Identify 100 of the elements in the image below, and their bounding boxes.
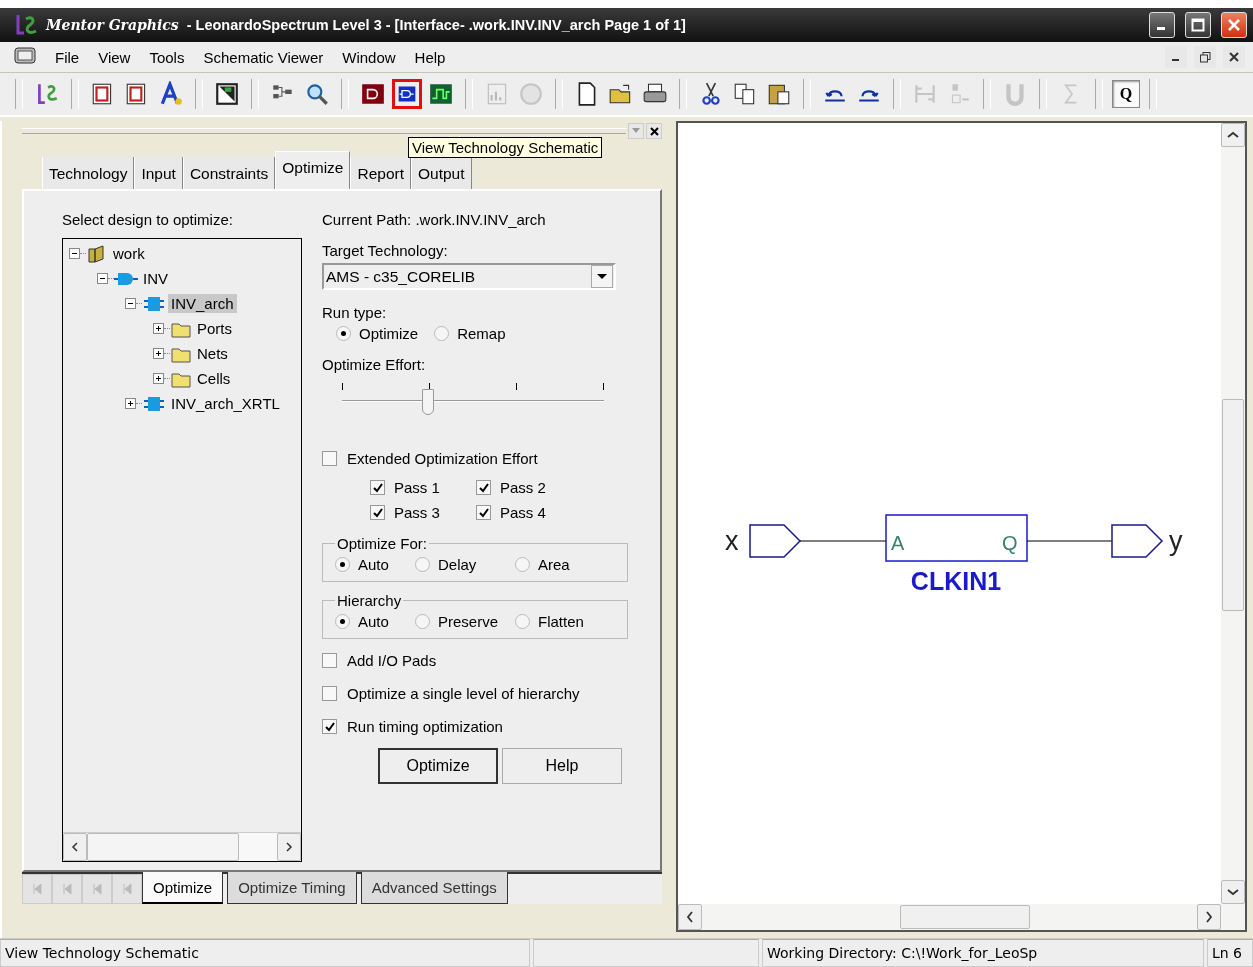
radio-button[interactable] xyxy=(336,326,351,341)
chevron-left-icon[interactable] xyxy=(71,842,79,852)
radio-label[interactable]: Auto xyxy=(358,556,389,573)
collapse-icon[interactable] xyxy=(69,248,80,259)
checkbox[interactable] xyxy=(476,505,491,520)
tree-item[interactable]: INV_arch xyxy=(168,294,237,313)
checkbox-label[interactable]: Pass 1 xyxy=(394,479,440,496)
radio-label[interactable]: Delay xyxy=(438,556,477,573)
expand-icon[interactable] xyxy=(125,398,136,409)
tooltip: View Technology Schematic xyxy=(408,137,603,158)
checkbox-label[interactable]: Add I/O Pads xyxy=(347,652,437,669)
checkbox-label[interactable]: Run timing optimization xyxy=(347,718,503,735)
scroll-down-button[interactable] xyxy=(1221,880,1245,904)
radio-button[interactable] xyxy=(335,557,350,572)
tree-item[interactable]: Cells xyxy=(194,369,234,388)
radio-label[interactable]: Flatten xyxy=(538,613,584,630)
expand-icon[interactable] xyxy=(153,323,164,334)
toolbar-separator xyxy=(15,79,23,109)
radio-button[interactable] xyxy=(515,614,530,629)
checkbox-label[interactable]: Pass 4 xyxy=(500,504,546,521)
close-icon[interactable] xyxy=(1229,52,1239,62)
checkbox[interactable] xyxy=(322,653,337,668)
menu-item[interactable]: File xyxy=(55,48,80,66)
maximize-icon[interactable] xyxy=(1191,18,1205,32)
chevron-up-icon[interactable] xyxy=(1227,131,1239,139)
collapse-icon[interactable] xyxy=(97,273,108,284)
tab[interactable]: Input xyxy=(134,157,183,189)
menu-item[interactable]: View xyxy=(98,48,131,66)
restore-icon[interactable] xyxy=(1199,51,1211,63)
checkbox[interactable] xyxy=(370,505,385,520)
menu-item[interactable]: Schematic Viewer xyxy=(203,48,324,66)
radio-label[interactable]: Preserve xyxy=(438,613,499,630)
tab[interactable]: Optimize Timing xyxy=(227,872,357,904)
tab[interactable]: Report xyxy=(350,157,411,189)
toolbar-separator xyxy=(803,79,811,109)
chevron-right-icon[interactable] xyxy=(285,842,293,852)
checkbox-label[interactable]: Optimize a single level of hierarchy xyxy=(347,685,580,702)
chevron-left-icon[interactable] xyxy=(686,911,694,923)
checkbox-label[interactable]: Pass 2 xyxy=(500,479,546,496)
maximize-button[interactable] xyxy=(1185,12,1211,38)
radio-button[interactable] xyxy=(415,614,430,629)
tab[interactable]: Optimize xyxy=(275,151,351,189)
expand-icon[interactable] xyxy=(153,373,164,384)
radio-label[interactable]: Optimize xyxy=(359,325,419,342)
help-button[interactable]: Help xyxy=(502,748,622,784)
slider-thumb[interactable] xyxy=(422,389,435,415)
technology-dropdown[interactable]: AMS - c35_CORELIB xyxy=(322,263,616,290)
tab[interactable]: Advanced Settings xyxy=(360,872,508,904)
scrollbar-thumb[interactable] xyxy=(1222,399,1244,611)
tab[interactable]: Optimize xyxy=(142,872,224,904)
working-directory: Working Directory: C:\!Work_for_LeoSp xyxy=(762,939,1204,967)
tab[interactable]: Output xyxy=(411,157,472,189)
scrollbar-thumb[interactable] xyxy=(900,905,1030,929)
scroll-left-button[interactable] xyxy=(678,904,702,930)
chevron-right-icon[interactable] xyxy=(1205,911,1213,923)
checkbox[interactable] xyxy=(476,480,491,495)
gate-icon[interactable] xyxy=(392,79,422,109)
expand-icon[interactable] xyxy=(153,348,164,359)
radio-button[interactable] xyxy=(415,557,430,572)
checkbox[interactable] xyxy=(322,450,337,466)
tab[interactable]: Constraints xyxy=(182,157,276,189)
radio-label[interactable]: Area xyxy=(538,556,570,573)
scrollbar-thumb[interactable] xyxy=(87,833,239,861)
radio-label[interactable]: Remap xyxy=(457,325,506,342)
group-label: Hierarchy xyxy=(336,592,403,609)
menu-item[interactable]: Tools xyxy=(149,48,185,66)
checkbox-label[interactable]: Extended Optimization Effort xyxy=(347,449,538,467)
toolbar-separator xyxy=(195,79,203,109)
field-label: Target Technology: xyxy=(322,242,449,259)
checkbox[interactable] xyxy=(322,686,337,701)
menu-item[interactable]: Help xyxy=(414,48,446,66)
radio-label[interactable]: Auto xyxy=(358,613,389,630)
tab[interactable]: Technology xyxy=(42,157,135,189)
restore-button[interactable] xyxy=(1194,46,1216,68)
tree-item[interactable]: Ports xyxy=(194,319,235,338)
scroll-right-button[interactable] xyxy=(1197,904,1221,930)
tree-item[interactable]: INV xyxy=(140,269,171,288)
q-button[interactable]: Q xyxy=(1112,80,1140,108)
checkbox[interactable] xyxy=(322,719,337,734)
line-number: Ln 6 xyxy=(1207,939,1253,967)
radio-button[interactable] xyxy=(515,557,530,572)
optimize-button[interactable]: Optimize xyxy=(378,748,498,784)
tree-item[interactable]: INV_arch_XRTL xyxy=(168,394,283,413)
chevron-down-icon[interactable] xyxy=(1227,888,1239,896)
toolbar-separator xyxy=(465,79,473,109)
close-button[interactable] xyxy=(1223,46,1245,68)
scroll-up-button[interactable] xyxy=(1221,123,1245,147)
checkbox-label[interactable]: Pass 3 xyxy=(394,504,440,521)
tree-item[interactable]: Nets xyxy=(194,344,231,363)
checkbox[interactable] xyxy=(370,480,385,495)
tree-item[interactable]: work xyxy=(110,244,148,263)
minimize-button[interactable] xyxy=(1165,46,1187,68)
window-title: - LeonardoSpectrum Level 3 - [Interface- .work.INV.INV_arch Page 1 of 1] xyxy=(186,17,686,33)
menu-item[interactable]: Window xyxy=(342,48,396,66)
radio-button[interactable] xyxy=(335,614,350,629)
minimize-button[interactable] xyxy=(1149,12,1175,38)
radio-button[interactable] xyxy=(434,326,450,341)
document-menu-icon[interactable] xyxy=(14,47,36,67)
collapse-icon[interactable] xyxy=(125,298,136,309)
pin-label: A xyxy=(891,532,905,554)
